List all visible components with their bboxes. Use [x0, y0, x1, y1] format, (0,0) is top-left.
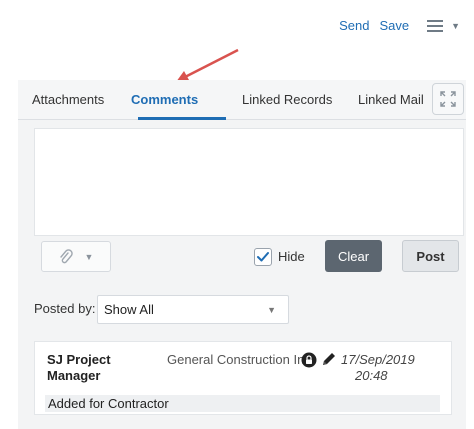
- attach-button[interactable]: ▼: [41, 241, 111, 272]
- comment-timestamp: 17/Sep/2019 20:48: [341, 352, 415, 384]
- posted-by-label: Posted by:: [34, 301, 96, 316]
- chevron-down-icon[interactable]: ▼: [451, 21, 460, 31]
- save-link[interactable]: Save: [379, 18, 409, 33]
- posted-by-value: Show All: [104, 302, 154, 317]
- posted-by-select[interactable]: Show All ▼: [97, 295, 289, 324]
- paperclip-icon: [59, 248, 73, 263]
- tab-comments[interactable]: Comments: [131, 92, 198, 107]
- comment-time: 20:48: [355, 368, 388, 383]
- comment-author: SJ Project Manager: [47, 352, 111, 383]
- tab-linked-mail[interactable]: Linked Mail: [358, 92, 424, 107]
- hide-label: Hide: [278, 249, 305, 264]
- post-button[interactable]: Post: [402, 240, 459, 272]
- hide-checkbox[interactable]: [254, 248, 272, 266]
- checkmark-icon: [257, 252, 269, 262]
- comment-date: 17/Sep/2019: [341, 352, 415, 367]
- chevron-down-icon: ▼: [267, 305, 276, 315]
- clear-button[interactable]: Clear: [325, 240, 382, 272]
- lock-icon[interactable]: [301, 352, 317, 368]
- chevron-down-icon: ▼: [84, 251, 94, 262]
- tab-linked-records[interactable]: Linked Records: [242, 92, 332, 107]
- tab-bar: Attachments Comments Linked Records Link…: [18, 80, 466, 120]
- comment-text: Added for Contractor: [45, 395, 440, 412]
- send-link[interactable]: Send: [339, 18, 369, 33]
- pencil-icon[interactable]: [320, 350, 338, 368]
- expand-button[interactable]: [432, 83, 464, 115]
- hamburger-icon[interactable]: [427, 19, 444, 32]
- comment-item: SJ Project Manager General Construction …: [34, 341, 452, 415]
- comment-company: General Construction Inc: [167, 352, 311, 367]
- top-toolbar: Send Save ▼: [339, 18, 460, 33]
- expand-icon: [440, 91, 456, 107]
- tab-attachments[interactable]: Attachments: [32, 92, 104, 107]
- comment-input[interactable]: [34, 128, 464, 236]
